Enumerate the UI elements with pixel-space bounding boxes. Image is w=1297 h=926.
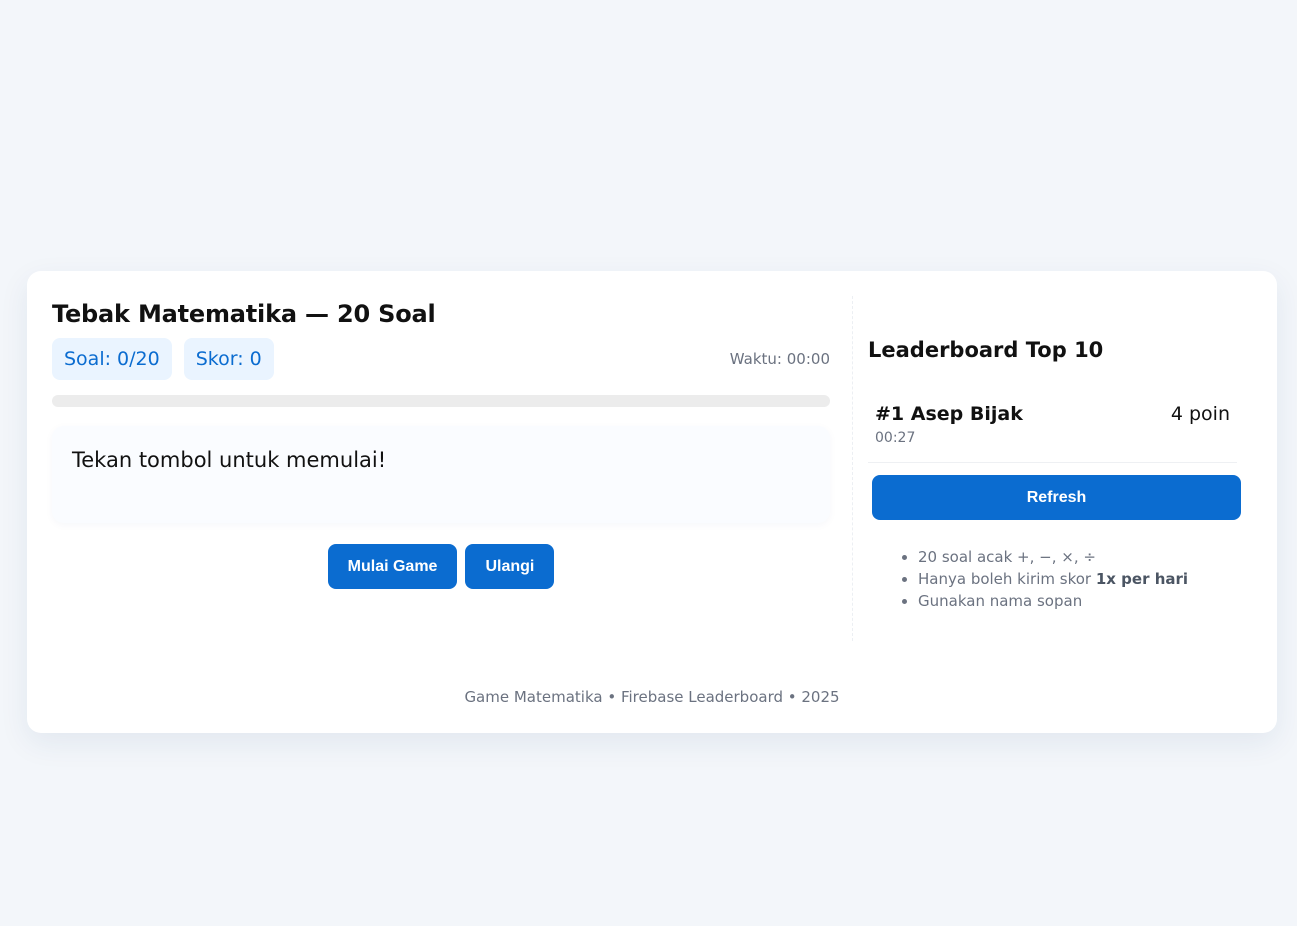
leaderboard-entry-name: #1 Asep Bijak [875,403,1023,425]
rule-item-text: Hanya boleh kirim skor [918,570,1096,588]
question-prompt: Tekan tombol untuk memulai! [72,448,387,472]
timer-display: Waktu: 00:00 [729,350,830,368]
rule-item-emphasis: 1x per hari [1095,570,1189,588]
rules-list: 20 soal acak +, −, ×, ÷ Hanya boleh kiri… [868,546,1237,612]
start-game-button[interactable]: Mulai Game [327,544,458,589]
rule-item: Gunakan nama sopan [918,590,1237,612]
leaderboard-entry-points: 4 poin [1170,403,1230,425]
question-box: Tekan tombol untuk memulai! [52,426,830,523]
progress-bar [52,395,830,407]
score-badge: Skor: 0 [183,338,274,380]
refresh-button[interactable]: Refresh [872,475,1241,520]
panel-divider [852,296,853,641]
game-controls: Mulai Game Ulangi [52,544,830,589]
restart-button[interactable]: Ulangi [465,544,555,589]
rule-item: Hanya boleh kirim skor 1x per hari [918,568,1237,590]
stats-bar: Soal: 0/20 Skor: 0 Waktu: 00:00 [52,338,830,380]
leaderboard-entry-time: 00:27 [875,430,916,446]
main-card: Tebak Matematika — 20 Soal Soal: 0/20 Sko… [27,271,1277,733]
footer-text: Game Matematika • Firebase Leaderboard •… [464,688,840,706]
leaderboard-panel: Leaderboard Top 10 #1 Asep Bijak 4 poin … [868,331,1241,612]
leaderboard-entry: #1 Asep Bijak 4 poin 00:27 [868,400,1237,463]
page-title: Tebak Matematika — 20 Soal [52,300,436,328]
question-counter-badge: Soal: 0/20 [52,338,172,380]
leaderboard-title: Leaderboard Top 10 [868,338,1104,362]
game-panel: Tebak Matematika — 20 Soal Soal: 0/20 Sko… [52,296,830,589]
rule-item: 20 soal acak +, −, ×, ÷ [918,546,1237,568]
